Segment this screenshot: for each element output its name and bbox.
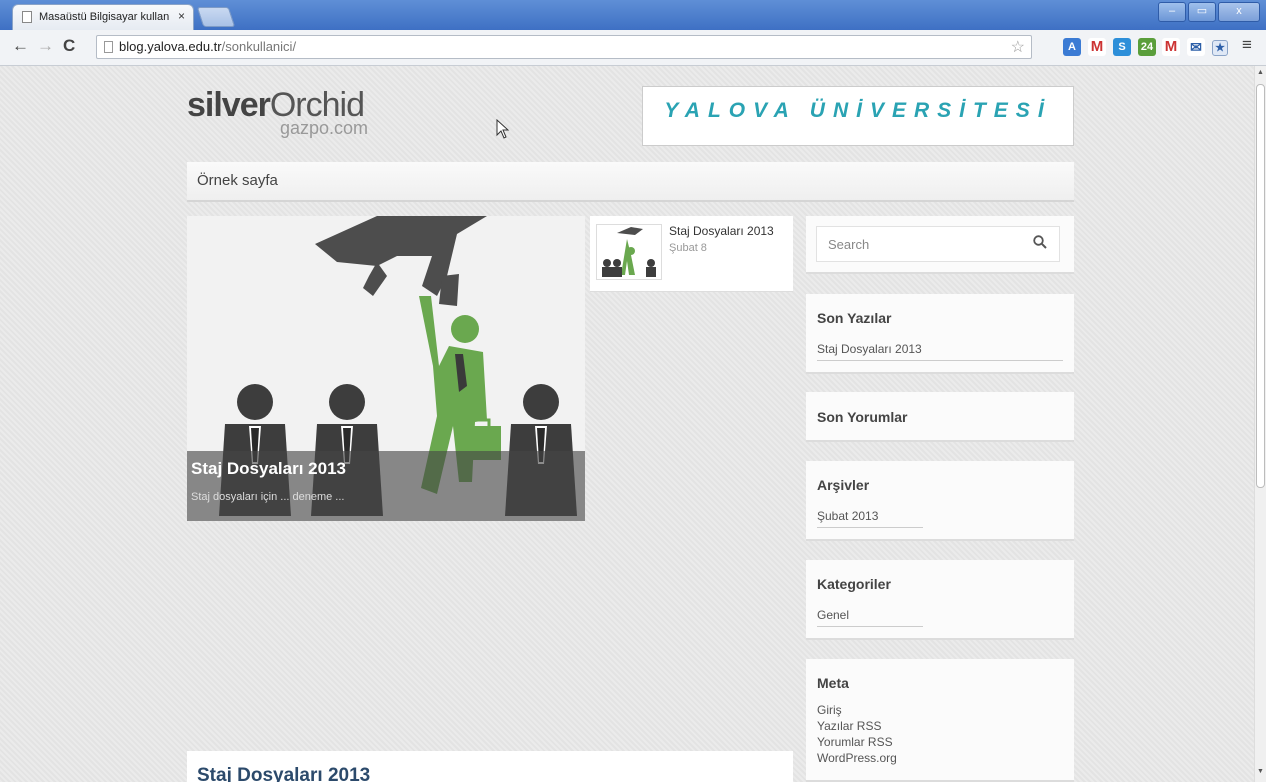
meta-link-comments-rss[interactable]: Yorumlar RSS <box>817 735 893 749</box>
search-placeholder: Search <box>828 237 870 252</box>
scroll-down-icon[interactable]: ▼ <box>1257 768 1264 775</box>
maximize-button[interactable]: ▭ <box>1188 2 1216 22</box>
tab-close-icon[interactable]: × <box>178 9 185 23</box>
main-navigation: Örnek sayfa <box>187 162 1074 202</box>
meta-link-login[interactable]: Giriş <box>817 703 842 717</box>
web-page: silverOrchid gazpo.com YALOVA ÜNİVERSİTE… <box>0 66 1254 782</box>
widget-heading: Arşivler <box>817 477 870 493</box>
url-text: blog.yalova.edu.tr/sonkullanici/ <box>119 39 296 54</box>
envelope-extension-icon[interactable]: ✉ <box>1187 38 1205 56</box>
header-banner: YALOVA ÜNİVERSİTESİ <box>642 86 1074 146</box>
browser-tab[interactable]: Masaüstü Bilgisayar kullan × <box>12 4 194 30</box>
gmail-extension-icon[interactable]: M <box>1088 38 1106 56</box>
s-extension-icon[interactable]: S <box>1113 38 1131 56</box>
divider <box>817 360 1063 361</box>
logo-bold: silver <box>187 86 271 124</box>
widget-heading: Kategoriler <box>817 576 891 592</box>
scroll-up-icon[interactable]: ▲ <box>1257 69 1264 76</box>
categories-widget: Kategoriler Genel <box>806 560 1074 640</box>
bookmark-extension-icon[interactable]: ★ <box>1212 40 1228 56</box>
url-host: blog.yalova.edu.tr <box>119 39 222 54</box>
browser-title-bar: Masaüstü Bilgisayar kullan × – ▭ x <box>0 0 1266 30</box>
meta-widget: Meta Giriş Yazılar RSS Yorumlar RSS Word… <box>806 659 1074 782</box>
widget-heading: Meta <box>817 675 849 691</box>
translate-extension-icon[interactable]: A <box>1063 38 1081 56</box>
search-input[interactable]: Search <box>816 226 1060 262</box>
slider-excerpt: Staj dosyaları için ... deneme ... <box>191 491 345 503</box>
back-button[interactable]: ← <box>12 36 29 56</box>
category-link[interactable]: Genel <box>817 608 849 622</box>
meta-link-wordpress[interactable]: WordPress.org <box>817 751 897 765</box>
chrome-menu-icon[interactable]: ≡ <box>1242 35 1252 55</box>
post-title[interactable]: Staj Dosyaları 2013 <box>197 765 370 782</box>
list-item-title[interactable]: Staj Dosyaları 2013 <box>669 224 774 238</box>
page-icon <box>104 41 113 53</box>
minimize-button[interactable]: – <box>1158 2 1186 22</box>
featured-slider[interactable]: Staj Dosyaları 2013 Staj dosyaları için … <box>187 216 585 521</box>
bookmark-star-icon[interactable]: ☆ <box>1011 37 1025 57</box>
site-logo[interactable]: silverOrchid gazpo.com <box>187 86 368 138</box>
new-tab-button[interactable] <box>196 7 236 27</box>
meta-link-posts-rss[interactable]: Yazılar RSS <box>817 719 881 733</box>
scrollbar-thumb[interactable] <box>1256 84 1265 488</box>
main-post: Staj Dosyaları 2013 <box>187 751 793 782</box>
logo-subtitle: gazpo.com <box>280 118 369 138</box>
recent-comments-widget: Son Yorumlar <box>806 392 1074 442</box>
search-icon[interactable] <box>1033 235 1047 249</box>
slider-caption: Staj Dosyaları 2013 Staj dosyaları için … <box>187 451 585 521</box>
archives-widget: Arşivler Şubat 2013 <box>806 461 1074 541</box>
vertical-scrollbar[interactable]: ▲ ▼ <box>1254 66 1266 782</box>
search-widget: Search <box>806 216 1074 274</box>
mail-checker-icon[interactable]: M <box>1162 38 1180 56</box>
nav-item-ornek-sayfa[interactable]: Örnek sayfa <box>197 172 278 189</box>
page-icon <box>22 11 32 23</box>
calendar-extension-icon[interactable]: 24 <box>1138 38 1156 56</box>
window-controls: – ▭ x <box>1158 2 1260 22</box>
browser-toolbar: ← → C blog.yalova.edu.tr/sonkullanici/ ☆… <box>0 30 1266 66</box>
close-window-button[interactable]: x <box>1218 2 1260 22</box>
forward-button[interactable]: → <box>37 36 54 56</box>
reload-button[interactable]: C <box>63 36 75 56</box>
recent-posts-widget: Son Yazılar Staj Dosyaları 2013 <box>806 294 1074 374</box>
recent-post-link[interactable]: Staj Dosyaları 2013 <box>817 342 922 356</box>
widget-heading: Son Yazılar <box>817 310 892 326</box>
post-thumbnail <box>596 224 662 280</box>
list-item-date: Şubat 8 <box>669 242 707 254</box>
address-bar[interactable]: blog.yalova.edu.tr/sonkullanici/ ☆ <box>96 35 1032 59</box>
widget-heading: Son Yorumlar <box>817 409 908 425</box>
banner-text: YALOVA ÜNİVERSİTESİ <box>664 99 1052 122</box>
slider-list-item[interactable]: Staj Dosyaları 2013 Şubat 8 <box>590 216 793 292</box>
divider <box>817 626 923 627</box>
mouse-cursor-icon <box>496 119 510 139</box>
tab-title: Masaüstü Bilgisayar kullan <box>39 11 170 23</box>
archive-link[interactable]: Şubat 2013 <box>817 509 878 523</box>
url-path: /sonkullanici/ <box>221 39 297 54</box>
divider <box>817 527 923 528</box>
slider-title[interactable]: Staj Dosyaları 2013 <box>191 459 346 479</box>
